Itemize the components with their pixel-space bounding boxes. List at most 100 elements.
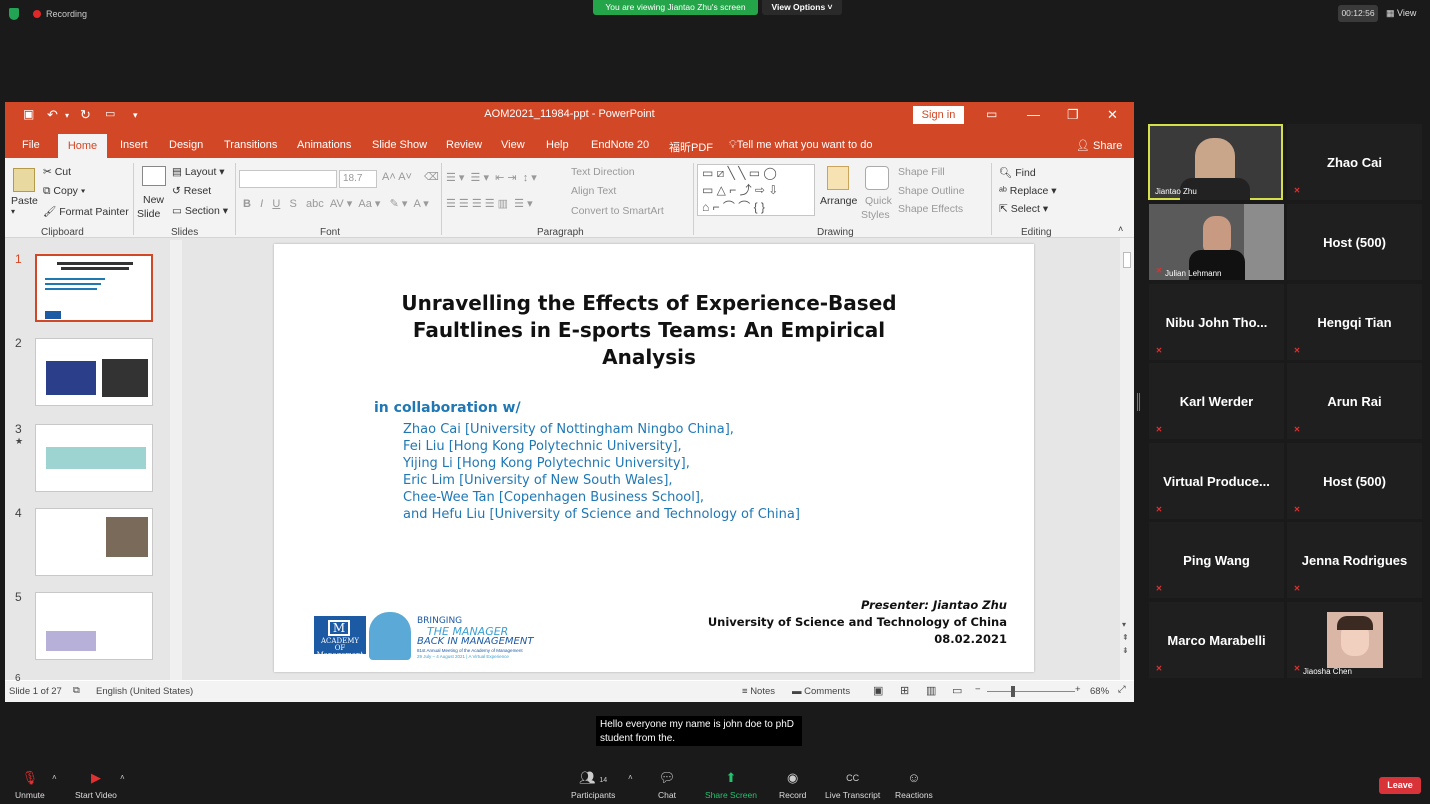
- participants-chevron-icon[interactable]: ˄: [628, 773, 633, 782]
- panel-resize-handle[interactable]: [1137, 393, 1140, 411]
- leave-button[interactable]: Leave: [1379, 777, 1421, 794]
- tell-me-search[interactable]: 💡︎Tell me what you want to do: [729, 139, 872, 152]
- new-slide-button-line2[interactable]: Slide: [137, 208, 160, 220]
- video-options-chevron-icon[interactable]: ˄: [120, 773, 125, 782]
- normal-view-icon[interactable]: ▣: [873, 684, 883, 697]
- select-button[interactable]: ⇱ Select ▾: [999, 203, 1048, 215]
- format-painter-button[interactable]: 🖌︎ Format Painter: [43, 205, 129, 218]
- chat-button[interactable]: 💬︎ Chat: [658, 770, 676, 800]
- current-slide[interactable]: Unravelling the Effects of Experience-Ba…: [274, 244, 1034, 672]
- font-size-box[interactable]: 18.7: [339, 170, 377, 188]
- audio-options-chevron-icon[interactable]: ˄: [52, 773, 57, 782]
- participant-tile[interactable]: Arun Rai ✕: [1287, 363, 1422, 439]
- section-button[interactable]: ▭ Section ▾: [172, 205, 228, 217]
- text-direction-button[interactable]: Text Direction: [571, 166, 635, 178]
- convert-smartart-button[interactable]: Convert to SmartArt: [571, 205, 664, 217]
- participant-tile[interactable]: Hengqi Tian ✕: [1287, 284, 1422, 360]
- slide-vertical-scrollbar[interactable]: ▾ ⇞ ⇟: [1120, 238, 1134, 680]
- unmute-button[interactable]: 🎙︎ Unmute: [15, 770, 45, 800]
- quick-styles-button[interactable]: Quick: [865, 195, 892, 207]
- participant-tile[interactable]: ✕ Jiaosha Chen: [1287, 602, 1422, 678]
- participant-tile[interactable]: Jiantao Zhu: [1148, 124, 1283, 200]
- tab-insert[interactable]: Insert: [120, 139, 148, 151]
- slide-thumbnail-4[interactable]: [35, 508, 153, 576]
- paste-dropdown-icon[interactable]: ▾: [11, 207, 15, 216]
- participant-tile[interactable]: Marco Marabelli ✕: [1149, 602, 1284, 678]
- ribbon-display-icon[interactable]: ▭: [986, 107, 997, 121]
- slideshow-view-icon[interactable]: ▭: [952, 684, 962, 697]
- zoom-in-icon[interactable]: +: [1075, 684, 1081, 695]
- close-icon[interactable]: ✕: [1107, 107, 1118, 123]
- tab-slide-show[interactable]: Slide Show: [372, 139, 427, 151]
- participant-tile[interactable]: Host (500) ✕: [1287, 443, 1422, 519]
- font-format-icons[interactable]: B I U S abc AV ▾ Aa ▾ ✎ ▾ A ▾: [243, 197, 429, 210]
- notes-button[interactable]: ≡ Notes: [742, 686, 775, 697]
- slide-thumbnail-5[interactable]: [35, 592, 153, 660]
- security-shield-icon[interactable]: [9, 8, 19, 20]
- paste-button[interactable]: Paste: [11, 195, 38, 207]
- shapes-gallery[interactable]: ▭ ⧄ ╲ ╲ ▭ ◯ ▭ △ ⌐ ⤴ ⇨ ⇩ ⌂ ⌐ ⌒ ⌒ { }: [697, 164, 815, 216]
- sign-in-button[interactable]: Sign in: [913, 106, 964, 124]
- tab-animations[interactable]: Animations: [297, 139, 351, 151]
- arrange-button[interactable]: Arrange: [820, 195, 857, 207]
- clear-format-icon[interactable]: ⌫: [424, 171, 439, 183]
- reading-view-icon[interactable]: ▥: [926, 684, 936, 697]
- view-button[interactable]: ▦ View: [1386, 5, 1416, 22]
- comments-button[interactable]: ▬ Comments: [792, 686, 850, 697]
- scroll-arrows-icon[interactable]: ▾ ⇞ ⇟: [1122, 618, 1129, 657]
- layout-button[interactable]: ▤ Layout ▾: [172, 166, 225, 178]
- grow-font-icon[interactable]: A˄ A˅: [382, 171, 412, 183]
- participant-tile[interactable]: Host (500): [1287, 204, 1422, 280]
- participant-tile[interactable]: Jenna Rodrigues ✕: [1287, 522, 1422, 598]
- participant-tile[interactable]: Virtual Produce... ✕: [1149, 443, 1284, 519]
- participant-tile[interactable]: Ping Wang ✕: [1149, 522, 1284, 598]
- fit-slide-icon[interactable]: ⤢: [1118, 684, 1126, 695]
- slide-thumbnail-1[interactable]: [35, 254, 153, 322]
- cut-button[interactable]: ✂ Cut: [43, 166, 71, 178]
- quick-styles-button-line2[interactable]: Styles: [861, 209, 890, 221]
- reset-button[interactable]: ↺ Reset: [172, 185, 211, 197]
- shape-outline-button[interactable]: Shape Outline: [898, 185, 965, 197]
- start-video-button[interactable]: ▶︎ Start Video: [75, 770, 117, 800]
- align-icons[interactable]: ☰ ☰ ☰ ☰ ▥ ☰ ▾: [446, 197, 533, 210]
- share-button[interactable]: 👤︎ Share: [1076, 139, 1122, 152]
- list-icons[interactable]: ☰ ▾ ☰ ▾ ⇤ ⇥ ↕ ▾: [446, 171, 537, 184]
- live-transcript-button[interactable]: CC Live Transcript: [825, 770, 880, 800]
- find-button[interactable]: 🔍︎ Find: [999, 166, 1036, 179]
- new-slide-button[interactable]: New: [143, 194, 164, 206]
- shape-fill-button[interactable]: Shape Fill: [898, 166, 945, 178]
- reactions-button[interactable]: ☺︎ Reactions: [895, 770, 933, 800]
- tab-home[interactable]: Home: [58, 134, 107, 158]
- zoom-out-icon[interactable]: −: [975, 684, 981, 695]
- slide-sorter-icon[interactable]: ⊞: [900, 684, 909, 697]
- font-name-box[interactable]: [239, 170, 337, 188]
- tab-view[interactable]: View: [501, 139, 525, 151]
- participant-tile[interactable]: Zhao Cai ✕: [1287, 124, 1422, 200]
- thumbnail-scrollbar[interactable]: [170, 240, 182, 680]
- collapse-ribbon-icon[interactable]: ˄: [1118, 224, 1123, 234]
- tab-review[interactable]: Review: [446, 139, 482, 151]
- slide-thumbnail-2[interactable]: [35, 338, 153, 406]
- zoom-level[interactable]: 68%: [1090, 686, 1109, 697]
- copy-button[interactable]: ⧉ Copy ▾: [43, 185, 85, 198]
- zoom-slider-thumb[interactable]: [1011, 686, 1015, 697]
- share-screen-button[interactable]: ⬆︎ Share Screen: [705, 770, 757, 800]
- participant-tile[interactable]: Nibu John Tho... ✕: [1149, 284, 1284, 360]
- spelling-icon[interactable]: ⧉: [73, 685, 80, 696]
- tab-file[interactable]: File: [22, 139, 40, 151]
- zoom-slider[interactable]: [987, 691, 1075, 692]
- view-options-button[interactable]: View Options ˅: [762, 0, 842, 15]
- record-button[interactable]: ◉ Record: [779, 770, 806, 800]
- minimize-icon[interactable]: —: [1027, 107, 1040, 122]
- align-text-button[interactable]: Align Text: [571, 185, 616, 197]
- tab-transitions[interactable]: Transitions: [224, 139, 277, 151]
- tab-endnote[interactable]: EndNote 20: [591, 139, 649, 151]
- participants-button[interactable]: 👥︎ 14 Participants: [571, 770, 615, 800]
- tab-foxit-pdf[interactable]: 福昕PDF: [669, 139, 713, 155]
- participant-tile[interactable]: Karl Werder ✕: [1149, 363, 1284, 439]
- slide-thumbnail-3[interactable]: [35, 424, 153, 492]
- replace-button[interactable]: ᵃᵇ Replace ▾: [999, 185, 1057, 197]
- shape-effects-button[interactable]: Shape Effects: [898, 203, 963, 215]
- tab-design[interactable]: Design: [169, 139, 203, 151]
- participant-tile[interactable]: ✕ Julian Lehmann: [1149, 204, 1284, 280]
